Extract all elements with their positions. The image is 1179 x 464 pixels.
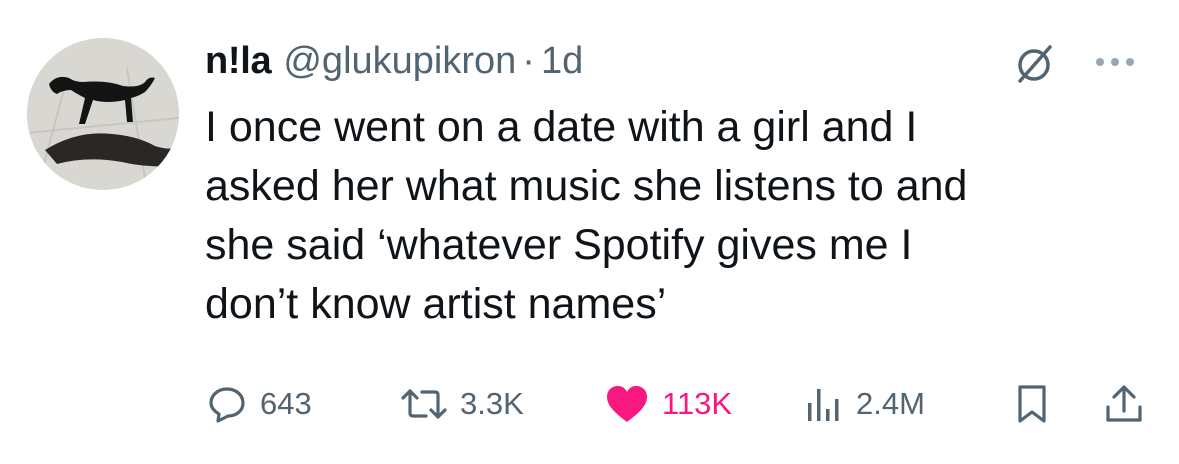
repost-count: 3.3K: [460, 386, 524, 421]
like-button[interactable]: 113K: [604, 378, 732, 430]
more-icon[interactable]: [1096, 52, 1142, 72]
tweet-header: n!la @glukupikron · 1d: [205, 36, 583, 86]
avatar[interactable]: [27, 38, 179, 190]
heart-icon: [607, 386, 647, 422]
share-icon: [1106, 385, 1142, 422]
views-count: 2.4M: [856, 386, 925, 421]
grok-icon[interactable]: [1012, 42, 1056, 86]
reply-count: 643: [260, 386, 312, 421]
tweet-actions: 643 3.3K 113K 2.4M: [200, 378, 1160, 430]
views-icon: [808, 389, 839, 421]
avatar-dog-image: [27, 38, 179, 190]
reply-button[interactable]: 643: [206, 378, 312, 430]
like-count: 113K: [662, 386, 733, 421]
reply-icon: [209, 387, 245, 423]
user-handle[interactable]: @glukupikron: [283, 40, 516, 83]
share-button[interactable]: [1104, 378, 1144, 430]
bookmark-button[interactable]: [1014, 378, 1050, 430]
repost-button[interactable]: 3.3K: [400, 378, 524, 430]
display-name[interactable]: n!la: [205, 40, 272, 83]
tweet-text: I once went on a date with a girl and I …: [205, 103, 968, 328]
timestamp[interactable]: 1d: [541, 40, 583, 83]
repost-icon: [401, 389, 447, 419]
bookmark-icon: [1018, 385, 1046, 423]
views-button[interactable]: 2.4M: [804, 378, 925, 430]
separator-dot: ·: [522, 39, 535, 82]
